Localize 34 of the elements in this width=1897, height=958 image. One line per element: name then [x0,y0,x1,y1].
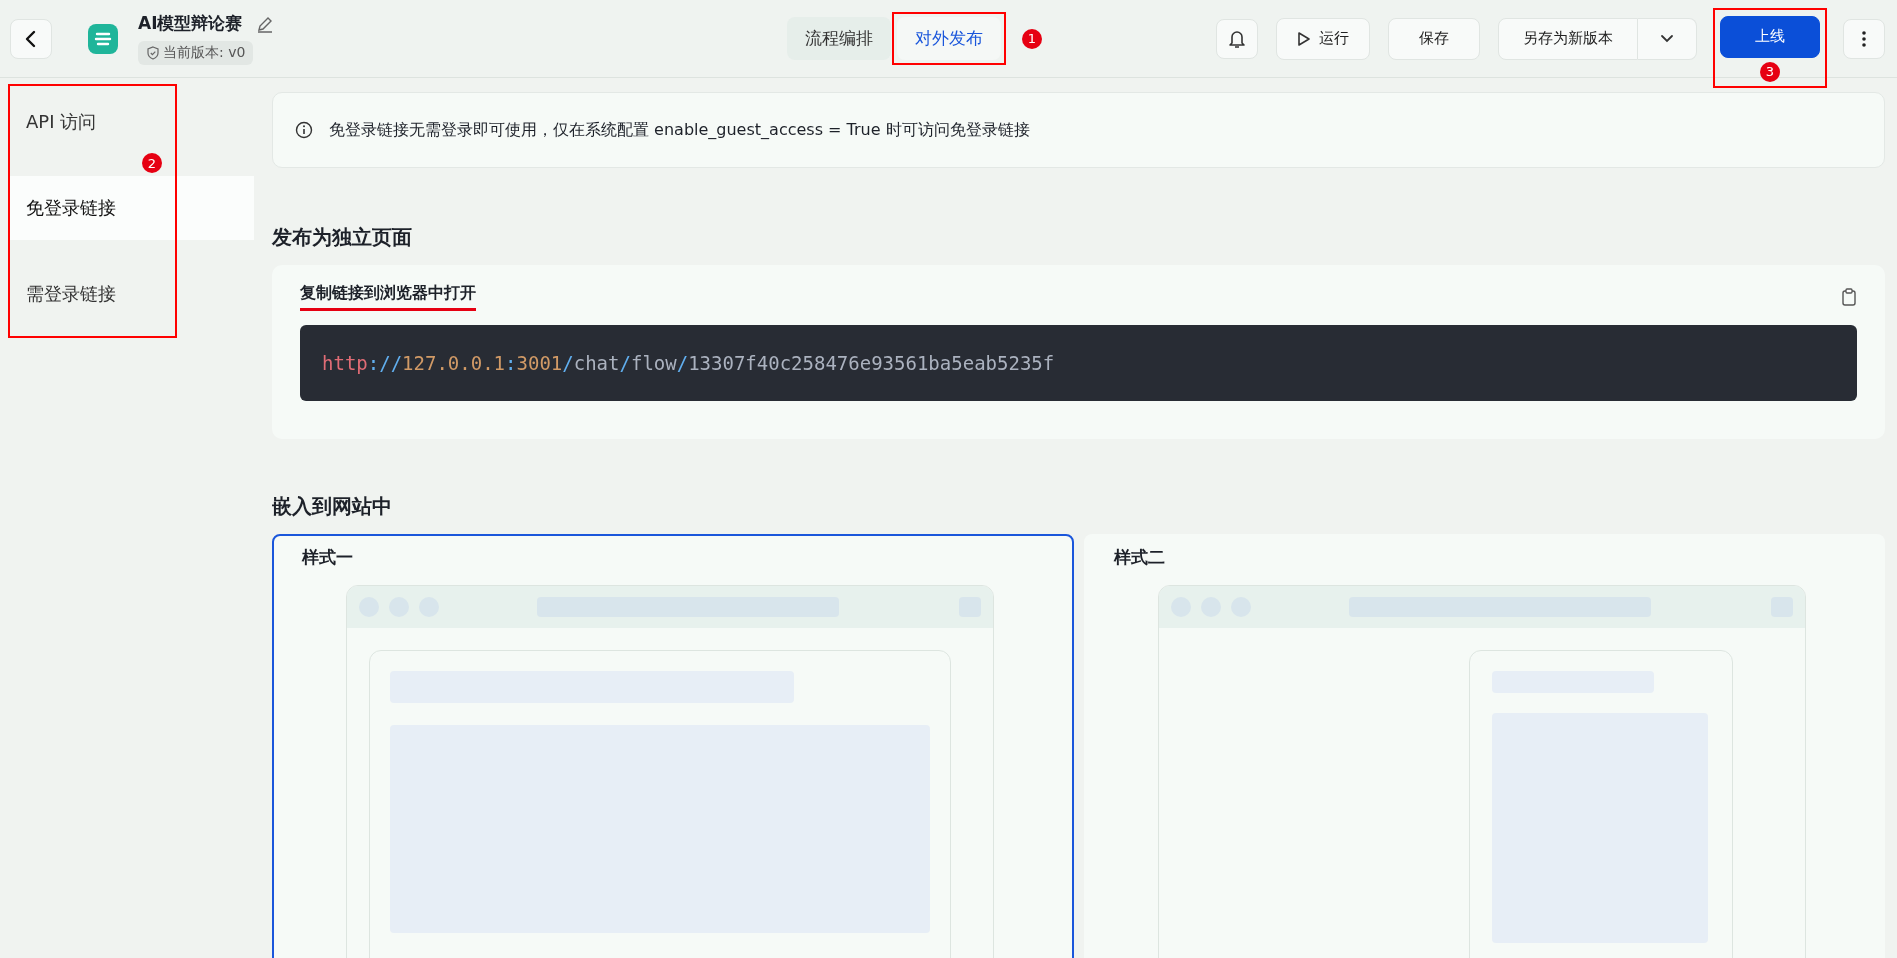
info-icon [295,121,313,139]
sidebar-item[interactable]: 需登录链接 [10,262,254,326]
sidebar-item[interactable]: API 访问 [10,90,254,154]
tab[interactable]: 流程编排 [787,17,891,60]
bell-icon [1228,28,1246,49]
style-option-card[interactable]: 样式一 [272,534,1074,958]
callout-badge: 2 [142,153,162,173]
save-as-version-button[interactable]: 另存为新版本 [1498,17,1638,60]
shield-check-icon [146,46,160,60]
tab[interactable]: 对外发布 [897,17,1001,60]
flow-title: AI模型辩论赛 [138,12,243,35]
more-icon [1862,30,1866,47]
style-label: 样式一 [302,546,354,569]
save-button[interactable]: 保存 [1388,17,1480,60]
style-option-card[interactable]: 样式二 [1083,534,1885,958]
play-icon [1297,30,1311,47]
notice-text: 免登录链接无需登录即可使用，仅在系统配置 enable_guest_access = True 时可访问免登录链接 [329,119,1030,141]
callout-badge: 1 [1022,28,1042,49]
publish-button[interactable]: 上线 [1720,15,1820,58]
chevron-down-icon [1660,33,1674,44]
app-logo-icon [88,23,118,54]
card-title: 复制链接到浏览器中打开 [300,283,476,311]
version-chip: 当前版本: v0 [138,41,254,65]
sidebar-item[interactable]: 免登录链接 [10,176,254,240]
notification-button[interactable] [1216,18,1258,59]
callout-badge: 3 [1760,61,1780,82]
section-heading: 发布为独立页面 [272,224,413,251]
run-button[interactable]: 运行 [1276,17,1370,60]
section-heading: 嵌入到网站中 [272,493,393,520]
copy-icon[interactable] [1841,288,1857,306]
style-label: 样式二 [1113,546,1166,569]
share-link[interactable]: http://127.0.0.1:3001/chat/flow/13307f40c258476e93561ba5eab5235f [322,352,1055,374]
back-button[interactable] [10,18,52,59]
more-button[interactable] [1843,18,1885,59]
